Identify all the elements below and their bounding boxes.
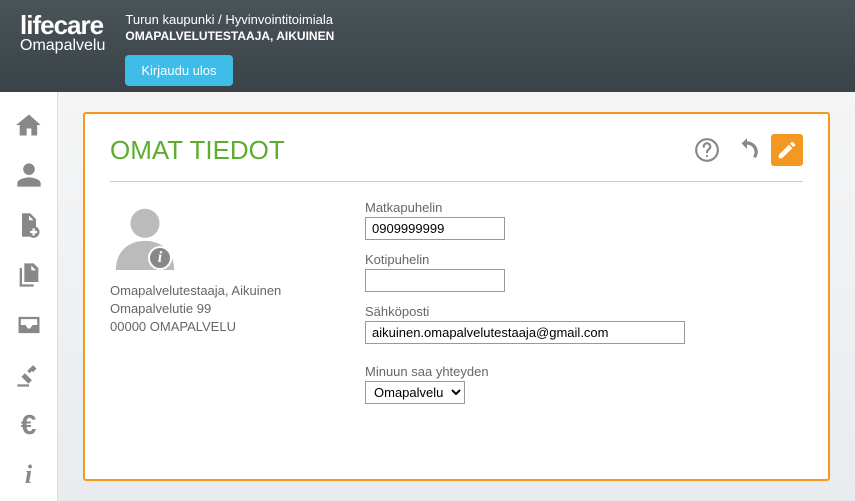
logo: lifecare Omapalvelu bbox=[20, 10, 105, 55]
panel-actions bbox=[691, 134, 803, 166]
help-button[interactable] bbox=[691, 134, 723, 166]
mobile-input[interactable] bbox=[365, 217, 505, 240]
home-phone-input[interactable] bbox=[365, 269, 505, 292]
logout-button[interactable]: Kirjaudu ulos bbox=[125, 55, 232, 86]
header-org: Turun kaupunki / Hyvinvointitoimiala bbox=[125, 12, 334, 27]
header-user: OMAPALVELUTESTAAJA, AIKUINEN bbox=[125, 29, 334, 43]
gavel-icon[interactable] bbox=[14, 360, 44, 390]
inbox-icon[interactable] bbox=[14, 310, 44, 340]
new-document-icon[interactable] bbox=[14, 210, 44, 240]
info-icon[interactable]: i bbox=[14, 460, 44, 490]
email-input[interactable] bbox=[365, 321, 685, 344]
panel-header: OMAT TIEDOT bbox=[110, 134, 803, 166]
contact-select[interactable]: Omapalvelu bbox=[365, 381, 465, 404]
documents-icon[interactable] bbox=[14, 260, 44, 290]
app-header: lifecare Omapalvelu Turun kaupunki / Hyv… bbox=[0, 0, 855, 92]
home-icon[interactable] bbox=[14, 110, 44, 140]
logo-sub: Omapalvelu bbox=[20, 37, 105, 55]
home-phone-label: Kotipuhelin bbox=[365, 252, 803, 267]
user-section: i Omapalvelutestaaja, Aikuinen Omapalvel… bbox=[110, 200, 335, 416]
divider bbox=[110, 181, 803, 182]
user-icon[interactable] bbox=[14, 160, 44, 190]
sidebar: € i bbox=[0, 92, 58, 501]
user-address: Omapalvelutie 99 bbox=[110, 300, 335, 318]
avatar: i bbox=[110, 200, 180, 270]
mobile-label: Matkapuhelin bbox=[365, 200, 803, 215]
header-info: Turun kaupunki / Hyvinvointitoimiala OMA… bbox=[125, 10, 334, 86]
edit-button[interactable] bbox=[771, 134, 803, 166]
page-title: OMAT TIEDOT bbox=[110, 135, 285, 166]
form-section: Matkapuhelin Kotipuhelin Sähköposti Minu… bbox=[365, 200, 803, 416]
euro-icon[interactable]: € bbox=[14, 410, 44, 440]
undo-button[interactable] bbox=[731, 134, 763, 166]
avatar-info-badge: i bbox=[148, 246, 172, 270]
user-name: Omapalvelutestaaja, Aikuinen bbox=[110, 282, 335, 300]
email-label: Sähköposti bbox=[365, 304, 803, 319]
content-area: OMAT TIEDOT bbox=[58, 92, 855, 501]
main-panel: OMAT TIEDOT bbox=[83, 112, 830, 481]
panel-body: i Omapalvelutestaaja, Aikuinen Omapalvel… bbox=[110, 200, 803, 416]
contact-label: Minuun saa yhteyden bbox=[365, 364, 803, 379]
user-city: 00000 OMAPALVELU bbox=[110, 318, 335, 336]
